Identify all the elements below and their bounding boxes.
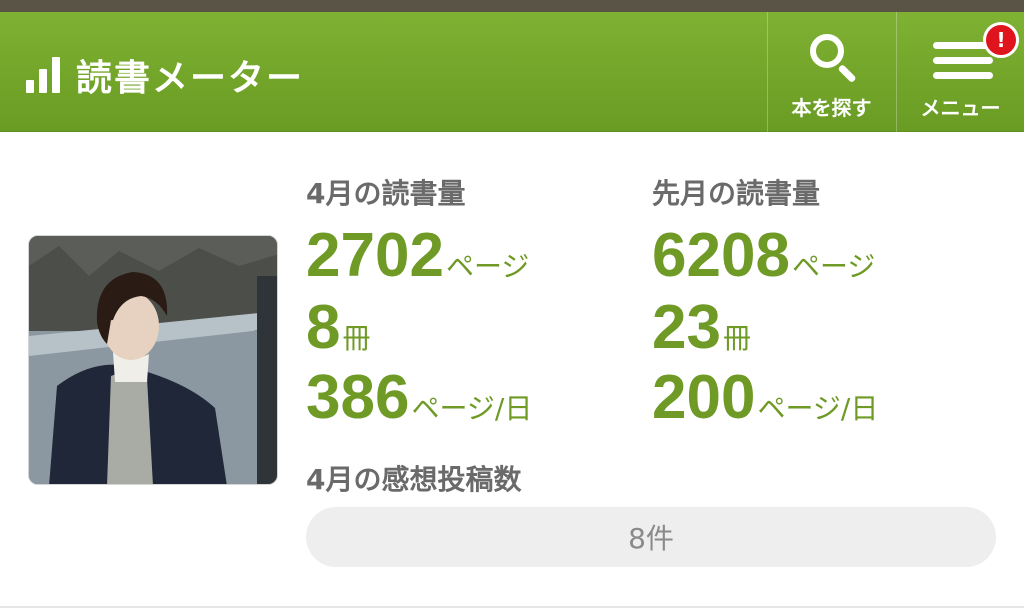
avatar-photo — [29, 236, 277, 484]
last-month-pages: 6208ページ — [652, 225, 875, 287]
current-month-title: 4月の読書量 — [306, 177, 466, 210]
last-month-per-day: 200ページ/日 — [652, 367, 878, 429]
last-month-per-day-value: 200 — [652, 363, 756, 432]
current-month-pages: 2702ページ — [306, 225, 529, 287]
current-month-pages-value: 2702 — [306, 221, 444, 290]
last-month-books-unit: 冊 — [722, 322, 751, 355]
last-month-pages-unit: ページ — [791, 250, 876, 283]
reviews-title: 4月の感想投稿数 — [306, 463, 522, 496]
current-month-per-day: 386ページ/日 — [306, 367, 532, 429]
bottom-divider — [0, 606, 1024, 608]
reviews-count-button[interactable]: 8件 — [306, 507, 996, 567]
app-header: 読書メーター 本を探す メニュー — [0, 12, 1024, 132]
last-month-per-day-unit: ページ/日 — [757, 392, 879, 425]
search-icon — [808, 32, 860, 84]
user-avatar[interactable] — [28, 235, 278, 485]
notification-alert-badge[interactable]: ! — [983, 22, 1019, 58]
app-logo[interactable]: 読書メーター — [26, 50, 304, 100]
signal-bars-icon — [26, 57, 62, 93]
current-month-per-day-value: 386 — [306, 363, 410, 432]
menu-label: メニュー — [920, 96, 1001, 120]
app-title: 読書メーター — [76, 58, 305, 99]
search-books-label: 本を探す — [791, 96, 872, 120]
current-month-books: 8冊 — [306, 297, 371, 359]
search-books-button[interactable]: 本を探す — [767, 12, 895, 132]
current-month-books-value: 8 — [306, 293, 341, 362]
last-month-pages-value: 6208 — [652, 221, 790, 290]
current-month-per-day-unit: ページ/日 — [411, 392, 533, 425]
last-month-title: 先月の読書量 — [652, 177, 821, 210]
reviews-count-label: 8件 — [628, 522, 674, 555]
last-month-books-value: 23 — [652, 293, 721, 362]
current-month-pages-unit: ページ — [445, 250, 530, 283]
current-month-books-unit: 冊 — [342, 322, 371, 355]
last-month-books: 23冊 — [652, 297, 751, 359]
top-status-strip — [0, 0, 1024, 12]
